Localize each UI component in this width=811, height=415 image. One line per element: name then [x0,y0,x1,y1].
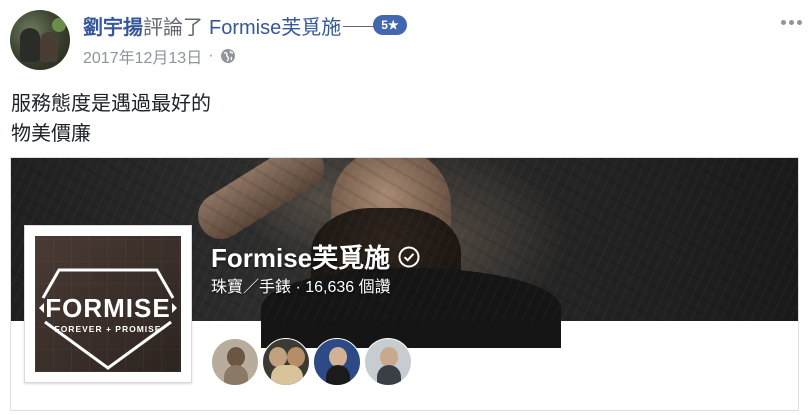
rating-connector [343,25,376,27]
page-name-link[interactable]: Formise芙覓施 [209,11,341,40]
friend-avatar[interactable] [313,338,361,386]
review-line: 服務態度是遇過最好的 [11,91,211,115]
action-text: 評論了 [143,16,203,39]
page-attachment-card[interactable]: FORMISE FOREVER + PROMISE Formise芙覓施 珠寶／… [10,157,799,411]
friend-avatar[interactable] [211,338,259,386]
author-name-link[interactable]: 劉宇揚 [83,11,143,40]
friend-avatar[interactable] [364,338,412,386]
post-meta: 2017年12月13日 · [83,44,236,68]
page-category-likes: 珠寶／手錶 · 16,636 個讚 [211,279,391,296]
meta-separator: · [208,47,214,64]
logo-brand-text: FORMISE [45,293,170,323]
review-line: 物美價廉 [11,121,91,145]
page-card-title[interactable]: Formise芙覓施 [211,238,420,275]
friend-avatar[interactable] [262,338,310,386]
more-options-icon[interactable] [779,14,803,30]
review-text: 服務態度是遇過最好的 物美價廉 [11,88,211,148]
globe-icon[interactable] [220,48,236,64]
rating-badge: 5★ [373,15,407,35]
post-header: 劉宇揚 評論了 Formise芙覓施 5★ [83,11,407,39]
formise-logo: FORMISE FOREVER + PROMISE [35,236,181,372]
avatar-light [52,18,66,32]
avatar-figure [20,28,40,62]
page-profile-picture[interactable]: FORMISE FOREVER + PROMISE [24,225,192,383]
logo-tagline-text: FOREVER + PROMISE [55,324,162,334]
friends-who-like [211,338,412,386]
diamond-logo-icon: FORMISE FOREVER + PROMISE [39,268,177,370]
review-post: 劉宇揚 評論了 Formise芙覓施 5★ 2017年12月13日 · 服務態度… [0,0,811,415]
post-date-link[interactable]: 2017年12月13日 [83,44,202,68]
page-card-name[interactable]: Formise芙覓施 [211,238,390,275]
avatar-figure [40,32,58,62]
verified-check-icon [398,246,420,267]
author-avatar[interactable] [10,10,70,70]
